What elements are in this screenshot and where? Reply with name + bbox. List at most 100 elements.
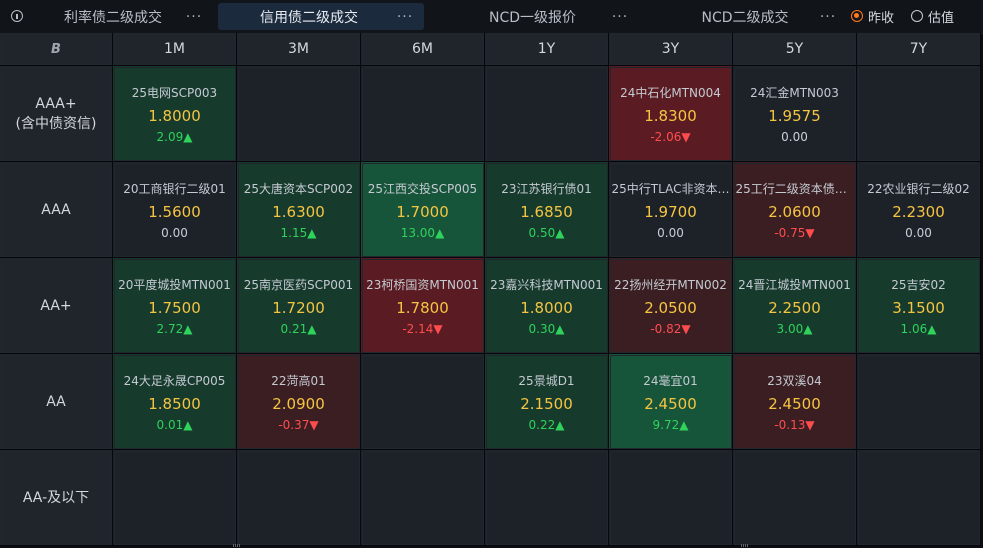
quote-cell[interactable]: 20平度城投MTN001 1.7500 2.72▲ <box>113 258 237 354</box>
quote-cell <box>857 66 981 162</box>
quote-cell <box>113 450 237 546</box>
quote-cell <box>361 450 485 546</box>
bond-yield: 2.4500 <box>768 394 821 413</box>
bond-yield: 1.8000 <box>148 106 201 125</box>
quote-cell <box>237 66 361 162</box>
row-header-label: AA <box>46 393 66 410</box>
bond-name: 22扬州经开MTN002 <box>614 277 727 292</box>
column-header[interactable]: 1Y <box>485 33 609 66</box>
yield-change-value: 0.00 <box>161 225 188 240</box>
more-icon[interactable]: ··· <box>609 4 631 29</box>
quote-cell <box>237 450 361 546</box>
yield-change: -0.37▼ <box>278 418 318 432</box>
quote-cell[interactable]: 25吉安02 3.1500 1.06▲ <box>857 258 981 354</box>
row-header-label: AA-及以下 <box>22 489 90 506</box>
quote-cell[interactable]: 24毫宜01 2.4500 9.72▲ <box>609 354 733 450</box>
arrow-up-icon: ▲ <box>555 321 565 336</box>
yield-change-value: -2.06 <box>650 129 682 144</box>
quote-cell[interactable]: 24大足永晟CP005 1.8500 0.01▲ <box>113 354 237 450</box>
yield-change: 0.00 <box>161 226 188 240</box>
quote-cell <box>361 354 485 450</box>
bond-name: 25中行TLAC非资本… <box>611 181 730 196</box>
row-header: AAA <box>0 162 113 258</box>
arrow-up-icon: ▲ <box>183 417 193 432</box>
row-header-label: AAA+ <box>35 95 77 112</box>
column-header[interactable]: 6M <box>361 33 485 66</box>
quote-cell[interactable]: 24晋江城投MTN001 2.2500 3.00▲ <box>733 258 857 354</box>
quote-cell[interactable]: 24汇金MTN003 1.9575 0.00 <box>733 66 857 162</box>
quote-cell[interactable]: 23嘉兴科技MTN001 1.8000 0.30▲ <box>485 258 609 354</box>
yield-change: 0.00 <box>781 130 808 144</box>
arrow-up-icon: ▲ <box>555 225 565 240</box>
yield-change-value: 13.00 <box>400 225 436 240</box>
bond-yield: 1.8300 <box>644 106 697 125</box>
resize-handle[interactable] <box>233 544 241 547</box>
radio-valuation[interactable]: 估值 <box>911 7 954 26</box>
quote-cell[interactable]: 23江苏银行债01 1.6850 0.50▲ <box>485 162 609 258</box>
yield-change: 0.50▲ <box>529 226 565 240</box>
quote-cell <box>485 66 609 162</box>
tab-ncd-secondary[interactable]: NCD二级成交 <box>670 3 820 30</box>
arrow-up-icon: ▲ <box>435 225 445 240</box>
yield-change: 0.00 <box>657 226 684 240</box>
bond-name: 25吉安02 <box>891 277 946 292</box>
more-icon[interactable]: ··· <box>394 4 416 29</box>
radio-unselected-icon <box>911 10 923 22</box>
quote-cell[interactable]: 25景城D1 2.1500 0.22▲ <box>485 354 609 450</box>
quote-cell[interactable]: 22扬州经开MTN002 2.0500 -0.82▼ <box>609 258 733 354</box>
brand-logo-icon: B <box>51 41 61 57</box>
column-header[interactable]: 3Y <box>609 33 733 66</box>
bond-yield: 2.0600 <box>768 202 821 221</box>
tab-ncd-primary-quote[interactable]: NCD一级报价 <box>460 3 605 30</box>
yield-change-value: 1.15 <box>280 225 308 240</box>
yield-change-value: 0.21 <box>280 321 308 336</box>
yield-change-value: 9.72 <box>652 417 680 432</box>
quote-cell[interactable]: 25江西交投SCP005 1.7000 13.00▲ <box>361 162 485 258</box>
column-header[interactable]: 1M <box>113 33 237 66</box>
bond-name: 23双溪04 <box>767 373 822 388</box>
yield-change-value: 2.72 <box>156 321 184 336</box>
bond-yield: 2.4500 <box>644 394 697 413</box>
yield-change-value: 0.01 <box>156 417 184 432</box>
quote-cell[interactable]: 25中行TLAC非资本… 1.9700 0.00 <box>609 162 733 258</box>
resize-handle[interactable] <box>741 544 749 547</box>
arrow-up-icon: ▲ <box>183 321 193 336</box>
arrow-down-icon: ▼ <box>805 225 815 240</box>
radio-selected-icon <box>851 10 863 22</box>
arrow-up-icon: ▲ <box>803 321 813 336</box>
bond-yield: 1.5600 <box>148 202 201 221</box>
yield-change: 0.30▲ <box>529 322 565 336</box>
bond-name: 24中石化MTN004 <box>620 85 721 100</box>
quote-cell[interactable]: 22菏高01 2.0900 -0.37▼ <box>237 354 361 450</box>
bond-name: 25南京医药SCP001 <box>243 277 354 292</box>
info-icon[interactable] <box>11 10 23 22</box>
quote-cell <box>857 450 981 546</box>
yield-change: 0.01▲ <box>157 418 193 432</box>
row-header: AA+ <box>0 258 113 354</box>
bond-yield: 1.9700 <box>644 202 697 221</box>
bond-name: 25电网SCP003 <box>131 85 218 100</box>
more-icon[interactable]: ··· <box>817 4 839 29</box>
quote-cell[interactable]: 25大唐资本SCP002 1.6300 1.15▲ <box>237 162 361 258</box>
more-icon[interactable]: ··· <box>183 4 205 29</box>
row-header: AA <box>0 354 113 450</box>
quote-cell[interactable]: 25南京医药SCP001 1.7200 0.21▲ <box>237 258 361 354</box>
bond-name: 23嘉兴科技MTN001 <box>490 277 603 292</box>
arrow-down-icon: ▼ <box>309 417 319 432</box>
quote-cell[interactable]: 20工商银行二级01 1.5600 0.00 <box>113 162 237 258</box>
column-header[interactable]: 7Y <box>857 33 981 66</box>
tab-bar: 利率债二级成交 ··· 信用债二级成交 ··· NCD一级报价 ··· NCD二… <box>0 0 983 34</box>
bond-name: 24汇金MTN003 <box>750 85 839 100</box>
quote-cell[interactable]: 25电网SCP003 1.8000 2.09▲ <box>113 66 237 162</box>
quote-cell[interactable]: 23双溪04 2.4500 -0.13▼ <box>733 354 857 450</box>
quote-cell[interactable]: 22农业银行二级02 2.2300 0.00 <box>857 162 981 258</box>
column-header[interactable]: 3M <box>237 33 361 66</box>
radio-prev-close[interactable]: 昨收 <box>851 7 894 26</box>
yield-change: 1.06▲ <box>901 322 937 336</box>
quote-cell[interactable]: 25工行二级资本债0… 2.0600 -0.75▼ <box>733 162 857 258</box>
arrow-down-icon: ▼ <box>681 129 691 144</box>
tab-rate-bond-secondary[interactable]: 利率债二级成交 <box>38 3 188 30</box>
quote-cell[interactable]: 23柯桥国资MTN001 1.7800 -2.14▼ <box>361 258 485 354</box>
quote-cell[interactable]: 24中石化MTN004 1.8300 -2.06▼ <box>609 66 733 162</box>
column-header[interactable]: 5Y <box>733 33 857 66</box>
